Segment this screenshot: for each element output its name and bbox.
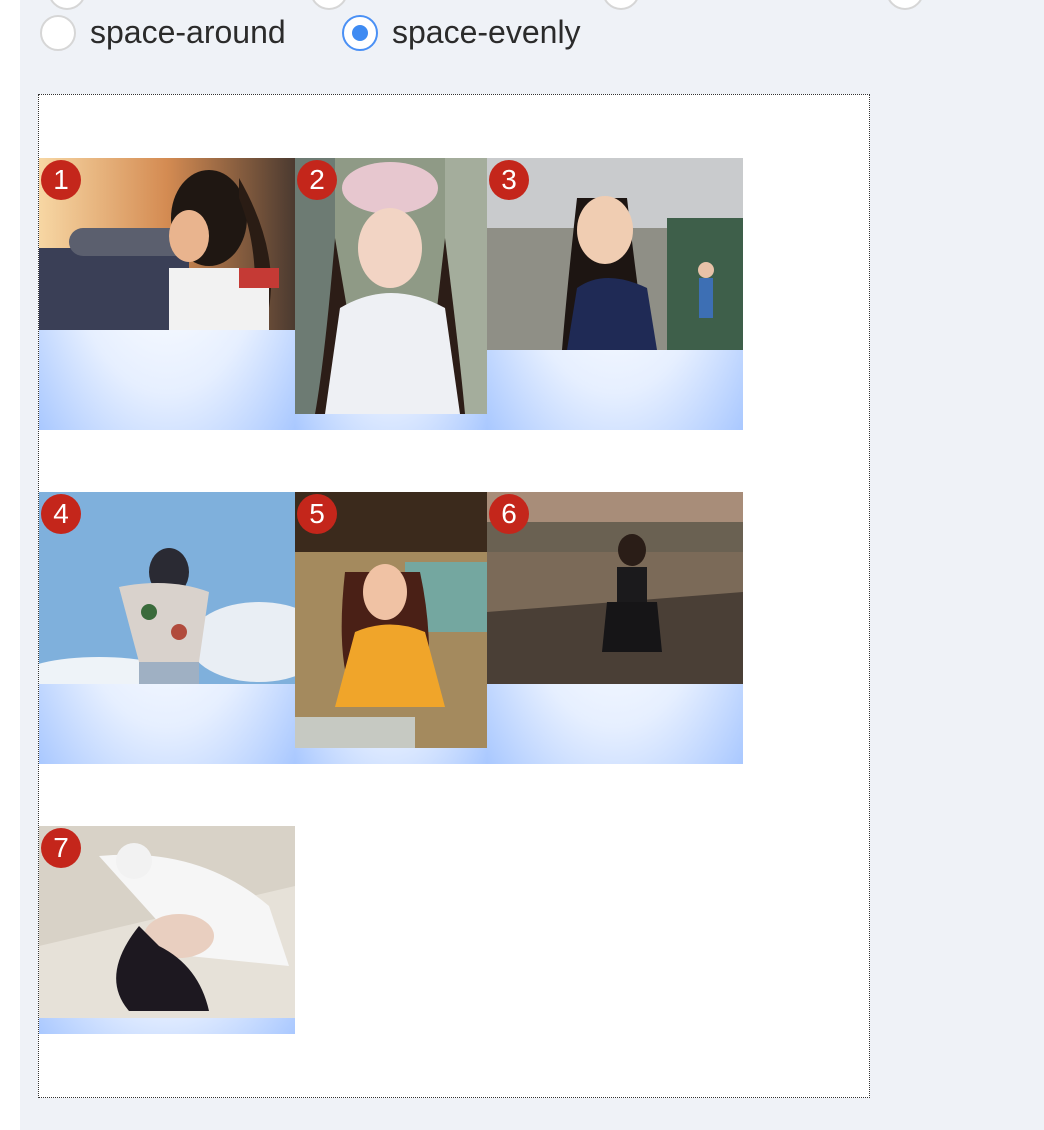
item-number-badge: 2 (297, 160, 337, 200)
flex-item-7: 7 (39, 826, 295, 1034)
flex-item-4: 4 (39, 492, 295, 764)
justify-content-radio-group: space-around space-evenly (40, 14, 840, 60)
item-number-badge: 6 (489, 494, 529, 534)
flex-item-3: 3 (487, 158, 743, 430)
radio-space-around[interactable]: space-around (40, 14, 286, 51)
item-number-badge: 4 (41, 494, 81, 534)
radio-circle[interactable] (40, 14, 76, 51)
radio-circle-selected[interactable] (342, 14, 378, 51)
radio-circle-cropped[interactable] (602, 0, 640, 10)
item-number-badge: 1 (41, 160, 81, 200)
radio-label: space-evenly (392, 14, 581, 50)
flex-item-6: 6 (487, 492, 743, 764)
flex-item-1: 1 (39, 158, 295, 430)
flex-item-5: 5 (295, 492, 487, 764)
flex-container: 1 2 3 4 5 6 7 (38, 94, 870, 1098)
radio-circle-cropped[interactable] (48, 0, 86, 10)
flex-item-2: 2 (295, 158, 487, 430)
item-number-badge: 3 (489, 160, 529, 200)
radio-circle-cropped[interactable] (310, 0, 348, 10)
item-number-badge: 5 (297, 494, 337, 534)
radio-label: space-around (90, 14, 286, 50)
radio-space-evenly[interactable]: space-evenly (342, 14, 581, 51)
item-number-badge: 7 (41, 828, 81, 868)
radio-circle-cropped[interactable] (886, 0, 924, 10)
